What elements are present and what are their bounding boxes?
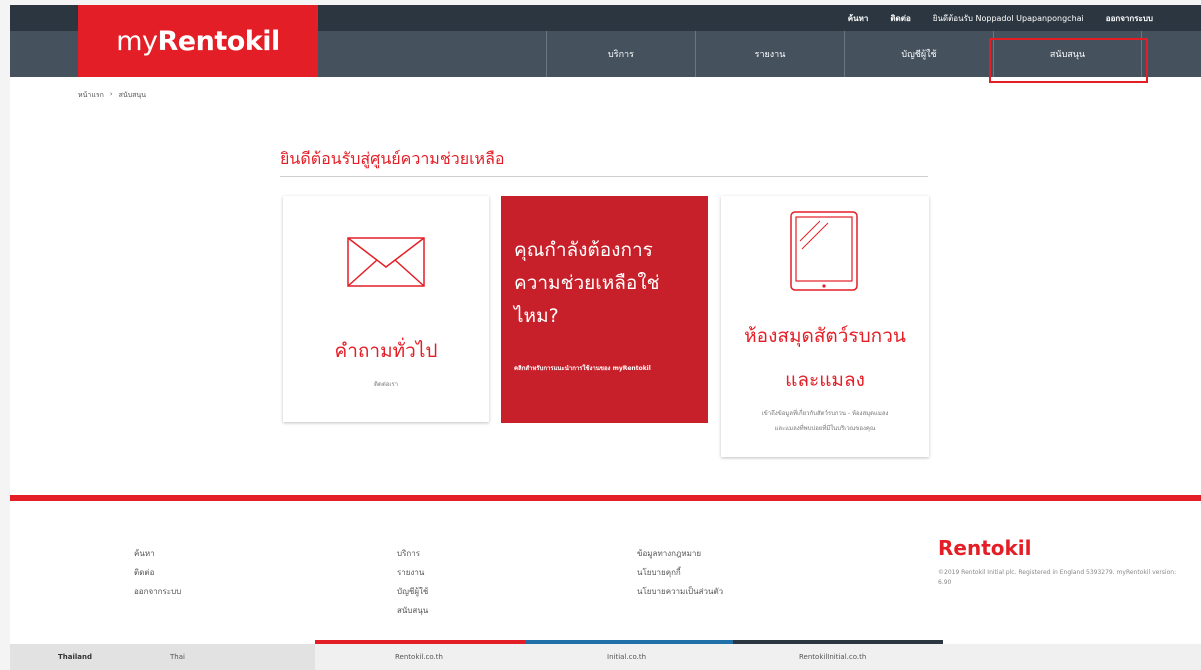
footer-col-2: บริการ รายงาน บัญชีผู้ใช้ สนับสนุน xyxy=(397,544,428,620)
need-help-heading: คุณกำลังต้องการ ความช่วยเหลือใช่ ไหม? xyxy=(514,234,694,333)
breadcrumb-home[interactable]: หน้าแรก xyxy=(78,90,104,101)
logo-prefix: my xyxy=(116,25,158,57)
help-guide-link[interactable]: คลิกสำหรับการแนะนำการใช้งานของ myRentoki… xyxy=(514,363,651,373)
support-highlight-box xyxy=(989,38,1148,83)
nav-item-reports[interactable]: รายงาน xyxy=(695,31,844,77)
general-questions-card[interactable]: คำถามทั่วไป ติดต่อเรา xyxy=(283,196,489,422)
welcome-user-text: ยินดีต้อนรับ Noppadol Upapanpongchai xyxy=(932,13,1084,23)
title-divider xyxy=(280,176,928,177)
pest-library-desc-line-1: เข้าถึงข้อมูลที่เกี่ยวกับสัตว์รบกวน - ห้… xyxy=(761,410,889,417)
rentokil-footer-logo: Rentokil xyxy=(938,536,1032,560)
pest-library-desc-line-2: และแมลงที่พบบ่อยที่มีในบริเวณของคุณ xyxy=(774,425,876,432)
search-link[interactable]: ค้นหา xyxy=(848,12,869,25)
footer-support-link[interactable]: สนับสนุน xyxy=(397,601,428,620)
pest-library-card[interactable]: ห้องสมุดสัตว์รบกวน และแมลง เข้าถึงข้อมูล… xyxy=(721,196,929,457)
need-help-line-2: ความช่วยเหลือใช่ xyxy=(514,272,660,294)
language-label[interactable]: Thai xyxy=(170,653,185,661)
envelope-icon xyxy=(347,237,425,287)
myrentokil-logo[interactable]: my Rentokil xyxy=(78,5,318,77)
footer-col-3: ข้อมูลทางกฎหมาย นโยบายคุกกี้ นโยบายความเ… xyxy=(637,544,723,601)
initial-site-link[interactable]: Initial.co.th xyxy=(607,653,646,661)
nav-item-services[interactable]: บริการ xyxy=(546,31,695,77)
footer-cookie-link[interactable]: นโยบายคุกกี้ xyxy=(637,563,723,582)
rentokil-initial-site-link[interactable]: RentokilInitial.co.th xyxy=(799,653,866,661)
footer-privacy-link[interactable]: นโยบายความเป็นส่วนตัว xyxy=(637,582,723,601)
logout-link[interactable]: ออกจากระบบ xyxy=(1106,12,1153,25)
contact-us-link[interactable]: ติดต่อเรา xyxy=(283,378,489,391)
rentokil-site-link[interactable]: Rentokil.co.th xyxy=(395,653,443,661)
footer-services-link[interactable]: บริการ xyxy=(397,544,428,563)
page-title: ยินดีต้อนรับสู่ศูนย์ความช่วยเหลือ xyxy=(280,149,505,168)
footer-reports-link[interactable]: รายงาน xyxy=(397,563,428,582)
general-questions-title: คำถามทั่วไป xyxy=(334,340,438,362)
country-label[interactable]: Thailand xyxy=(58,653,92,661)
need-help-line-3: ไหม? xyxy=(514,305,559,327)
footer-account-link[interactable]: บัญชีผู้ใช้ xyxy=(397,582,428,601)
copyright-text: ©2019 Rentokil Initial plc. Registered i… xyxy=(938,569,1177,586)
nav-item-account[interactable]: บัญชีผู้ใช้ xyxy=(844,31,993,77)
footer-logout-link[interactable]: ออกจากระบบ xyxy=(134,582,181,601)
tablet-icon xyxy=(790,211,858,291)
pest-library-title-line-1: ห้องสมุดสัตว์รบกวน xyxy=(744,325,906,347)
footer-legal-link[interactable]: ข้อมูลทางกฎหมาย xyxy=(637,544,723,563)
footer-red-line xyxy=(10,495,1201,501)
footer-contact-link[interactable]: ติดต่อ xyxy=(134,563,181,582)
need-help-card[interactable]: คุณกำลังต้องการ ความช่วยเหลือใช่ ไหม? คล… xyxy=(501,196,708,423)
country-selector[interactable] xyxy=(10,644,315,670)
need-help-line-1: คุณกำลังต้องการ xyxy=(514,239,653,261)
breadcrumb-separator: › xyxy=(109,90,113,98)
page-frame: ค้นหา ติดต่อ ยินดีต้อนรับ Noppadol Upapa… xyxy=(10,5,1201,670)
breadcrumb: หน้าแรก › สนับสนุน xyxy=(78,90,146,101)
pest-library-title-line-2: และแมลง xyxy=(785,369,865,391)
contact-link[interactable]: ติดต่อ xyxy=(890,12,910,25)
footer-col-1: ค้นหา ติดต่อ ออกจากระบบ xyxy=(134,544,181,601)
logo-main: Rentokil xyxy=(157,25,281,57)
breadcrumb-current: สนับสนุน xyxy=(118,91,146,99)
footer-search-link[interactable]: ค้นหา xyxy=(134,544,181,563)
